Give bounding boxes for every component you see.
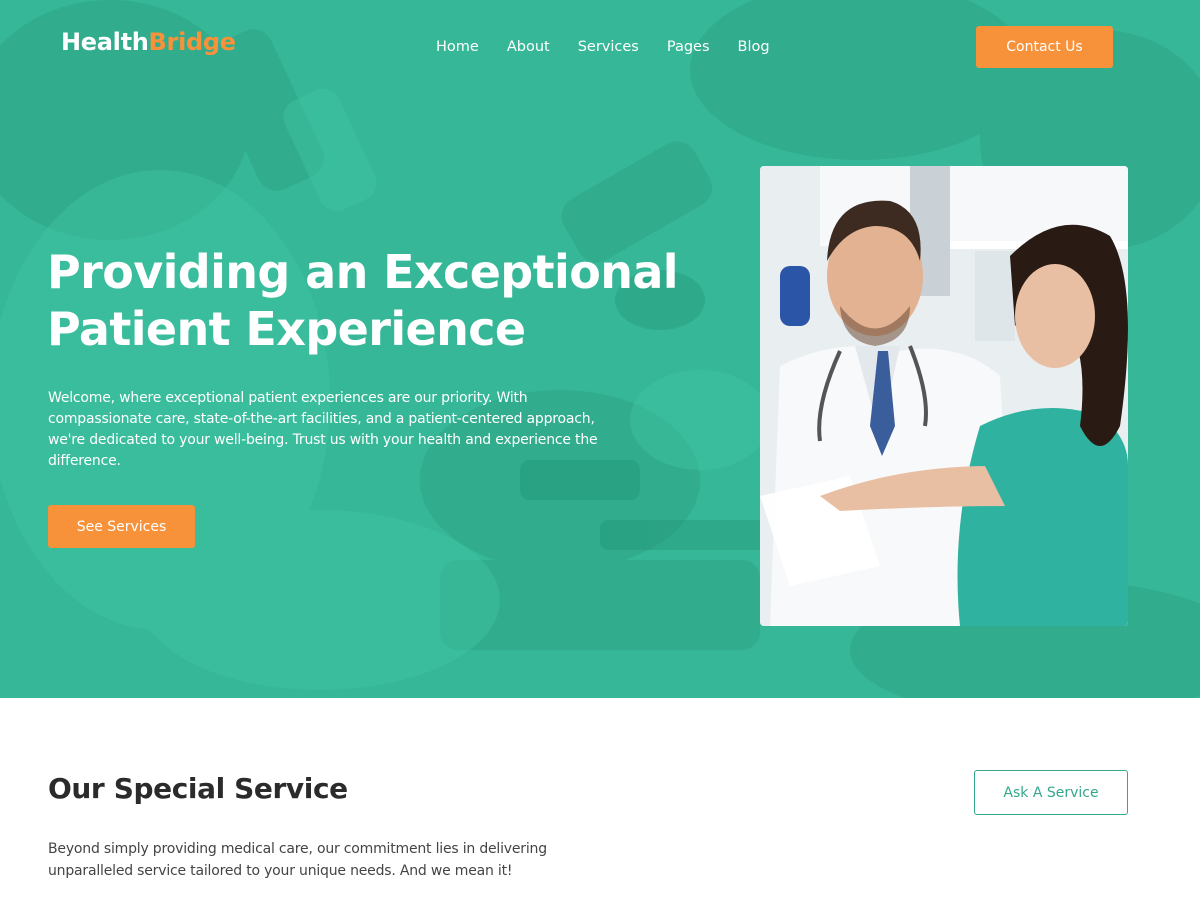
nav-item-blog[interactable]: Blog [738,37,770,57]
nav-item-pages[interactable]: Pages [667,37,710,57]
brand-name-part2: Bridge [148,28,237,56]
hero-title-line2: Patient Experience [47,302,526,356]
services-description: Beyond simply providing medical care, ou… [48,841,547,879]
hero-title: Providing an Exceptional Patient Experie… [47,244,737,358]
hero-title-line1: Providing an Exceptional [47,245,679,299]
ask-a-service-button[interactable]: Ask A Service [974,770,1128,815]
hero-doctors-photo [760,166,1128,626]
brand-name-part1: Health [61,28,149,56]
nav-item-about[interactable]: About [507,37,550,57]
contact-us-button[interactable]: Contact Us [976,26,1113,68]
hero-section: HealthBridge Home About Services Pages B… [0,0,1200,698]
main-nav: Home About Services Pages Blog [422,37,784,57]
hero-description: Welcome, where exceptional patient exper… [48,390,598,469]
nav-item-home[interactable]: Home [436,37,479,57]
brand-logo[interactable]: HealthBridge [61,28,236,56]
services-title: Our Special Service [48,772,348,805]
nav-item-services[interactable]: Services [578,37,639,57]
see-services-button[interactable]: See Services [48,505,195,548]
